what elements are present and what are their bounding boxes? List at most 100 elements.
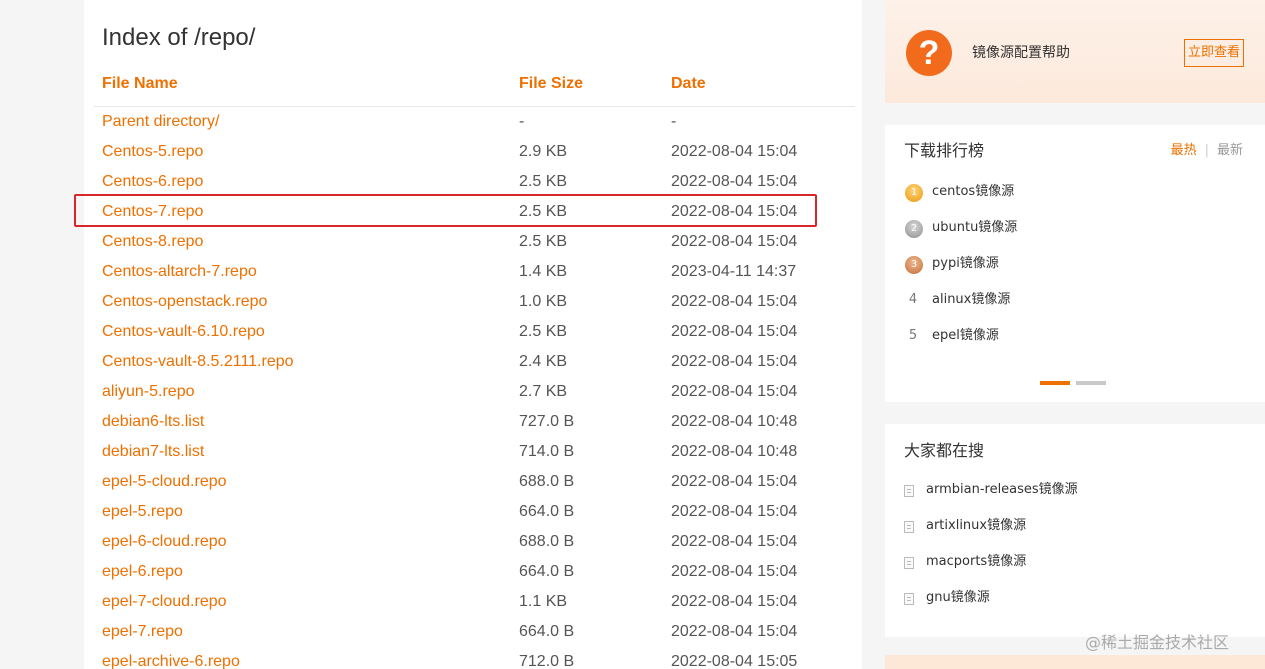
file-date: 2022-08-04 15:05 [671, 653, 798, 669]
file-name-link[interactable]: epel-5.repo [102, 497, 183, 527]
search-item[interactable]: armbian-releases镜像源 [904, 478, 1078, 514]
file-size: 1.4 KB [519, 263, 568, 280]
file-date: 2022-08-04 15:04 [671, 173, 798, 190]
help-panel: ? 镜像源配置帮助 立即查看 [885, 0, 1265, 103]
help-text: 镜像源配置帮助 [972, 45, 1070, 61]
file-date: 2022-08-04 15:04 [671, 203, 798, 220]
tab-new[interactable]: 最新 [1217, 143, 1243, 158]
bronze-medal-icon: 3 [905, 256, 923, 274]
page-title: Index of /repo/ [102, 24, 256, 51]
file-date: 2022-08-04 15:04 [671, 293, 798, 310]
table-row: Centos-vault-8.5.2111.repo 2.4 KB 2022-08-… [84, 347, 862, 377]
file-name-link[interactable]: Centos-vault-8.5.2111.repo [102, 347, 294, 377]
table-row: Parent directory/ - - [84, 107, 862, 137]
column-header-date[interactable]: Date [671, 75, 706, 93]
file-name-link[interactable]: epel-5-cloud.repo [102, 467, 227, 497]
file-size: 664.0 B [519, 563, 575, 580]
file-name-link[interactable]: epel-archive-6.repo [102, 647, 240, 669]
ranking-title: 下载排行榜 [904, 141, 985, 160]
watermark: @稀土掘金技术社区 [1085, 633, 1230, 652]
popular-searches-panel: 大家都在搜 armbian-releases镜像源 artixlinux镜像源 ma… [885, 424, 1265, 637]
ranking-item[interactable]: 1 centos镜像源 [904, 179, 1017, 215]
table-row: debian6-lts.list 727.0 B 2022-08-04 10:48 [84, 407, 862, 437]
file-name-link[interactable]: Centos-8.repo [102, 227, 203, 257]
file-date: 2022-08-04 10:48 [671, 443, 798, 460]
ranking-item[interactable]: 5 epel镜像源 [904, 323, 1017, 359]
ranking-item-label: centos镜像源 [932, 184, 1015, 199]
file-name-link[interactable]: Parent directory/ [102, 107, 219, 137]
ranking-item-label: pypi镜像源 [932, 256, 999, 271]
file-name-link[interactable]: epel-7.repo [102, 617, 183, 647]
file-date: 2022-08-04 15:04 [671, 503, 798, 520]
file-size: 2.5 KB [519, 323, 568, 340]
document-icon [904, 557, 914, 569]
file-date: 2022-08-04 15:04 [671, 533, 798, 550]
file-size: 2.7 KB [519, 383, 568, 400]
table-row: Centos-vault-6.10.repo 2.5 KB 2022-08-04 1… [84, 317, 862, 347]
searches-title: 大家都在搜 [904, 441, 985, 460]
file-date: 2022-08-04 10:48 [671, 413, 798, 430]
file-rows: Parent directory/ - - Centos-5.repo 2.9 KB 20… [84, 107, 862, 669]
ranking-item[interactable]: 4 alinux镜像源 [904, 287, 1017, 323]
file-listing: Index of /repo/ File Name File Size Date… [84, 0, 862, 669]
file-name-link[interactable]: aliyun-5.repo [102, 377, 195, 407]
table-header: File Name File Size Date [84, 75, 862, 107]
file-size: 664.0 B [519, 623, 575, 640]
column-header-size[interactable]: File Size [519, 75, 583, 93]
search-item[interactable]: gnu镜像源 [904, 586, 1078, 622]
file-name-link[interactable]: Centos-5.repo [102, 137, 203, 167]
file-name-link[interactable]: Centos-openstack.repo [102, 287, 267, 317]
file-name-link[interactable]: epel-6-cloud.repo [102, 527, 227, 557]
file-name-link[interactable]: Centos-altarch-7.repo [102, 257, 257, 287]
table-row: epel-6.repo 664.0 B 2022-08-04 15:04 [84, 557, 862, 587]
file-name-link[interactable]: debian7-lts.list [102, 437, 204, 467]
carousel-dot-1[interactable] [1040, 381, 1070, 385]
file-name-link[interactable]: epel-6.repo [102, 557, 183, 587]
ranking-item[interactable]: 2 ubuntu镜像源 [904, 215, 1017, 251]
file-date: 2022-08-04 15:04 [671, 563, 798, 580]
file-date: 2022-08-04 15:04 [671, 323, 798, 340]
rank-number: 5 [908, 328, 918, 343]
document-icon [904, 485, 914, 497]
search-item-label: macports镜像源 [926, 554, 1027, 569]
file-size: 688.0 B [519, 473, 575, 490]
file-name-link[interactable]: Centos-7.repo [102, 197, 203, 227]
carousel-dot-2[interactable] [1076, 381, 1106, 385]
file-size: 2.5 KB [519, 203, 568, 220]
ranking-list: 1 centos镜像源 2 ubuntu镜像源 3 pypi镜像源 4 alinux镜像源 5 e… [904, 179, 1017, 359]
gold-medal-icon: 1 [905, 184, 923, 202]
view-now-button[interactable]: 立即查看 [1184, 39, 1244, 67]
file-date: 2022-08-04 15:04 [671, 233, 798, 250]
search-item-label: artixlinux镜像源 [926, 518, 1027, 533]
file-name-link[interactable]: debian6-lts.list [102, 407, 204, 437]
table-row: epel-archive-6.repo 712.0 B 2022-08-04 15:… [84, 647, 862, 669]
table-row: epel-7-cloud.repo 1.1 KB 2022-08-04 15:04 [84, 587, 862, 617]
table-row: epel-6-cloud.repo 688.0 B 2022-08-04 15:04 [84, 527, 862, 557]
file-size: 664.0 B [519, 503, 575, 520]
file-date: 2022-08-04 15:04 [671, 473, 798, 490]
file-name-link[interactable]: epel-7-cloud.repo [102, 587, 227, 617]
file-size: 2.4 KB [519, 353, 568, 370]
file-date: - [671, 113, 677, 130]
file-size: 2.9 KB [519, 143, 568, 160]
file-name-link[interactable]: Centos-6.repo [102, 167, 203, 197]
ranking-item[interactable]: 3 pypi镜像源 [904, 251, 1017, 287]
search-item[interactable]: macports镜像源 [904, 550, 1078, 586]
file-date: 2022-08-04 15:04 [671, 383, 798, 400]
tab-hot[interactable]: 最热 [1171, 143, 1197, 158]
table-row: aliyun-5.repo 2.7 KB 2022-08-04 15:04 [84, 377, 862, 407]
bottom-panel-edge [885, 655, 1265, 669]
ranking-tabs: 最热 | 最新 [1171, 139, 1243, 158]
ranking-item-label: alinux镜像源 [932, 292, 1011, 307]
document-icon [904, 593, 914, 605]
searches-list: armbian-releases镜像源 artixlinux镜像源 macports… [904, 478, 1078, 622]
table-row: debian7-lts.list 714.0 B 2022-08-04 10:48 [84, 437, 862, 467]
table-row: Centos-altarch-7.repo 1.4 KB 2023-04-11 14… [84, 257, 862, 287]
download-ranking-panel: 下载排行榜 最热 | 最新 1 centos镜像源 2 ubuntu镜像源 3 pypi镜像源… [885, 125, 1265, 402]
table-row: Centos-7.repo 2.5 KB 2022-08-04 15:04 [84, 197, 862, 227]
table-row: Centos-openstack.repo 1.0 KB 2022-08-04 15… [84, 287, 862, 317]
search-item[interactable]: artixlinux镜像源 [904, 514, 1078, 550]
column-header-name[interactable]: File Name [102, 75, 178, 93]
file-size: 712.0 B [519, 653, 575, 669]
file-name-link[interactable]: Centos-vault-6.10.repo [102, 317, 265, 347]
